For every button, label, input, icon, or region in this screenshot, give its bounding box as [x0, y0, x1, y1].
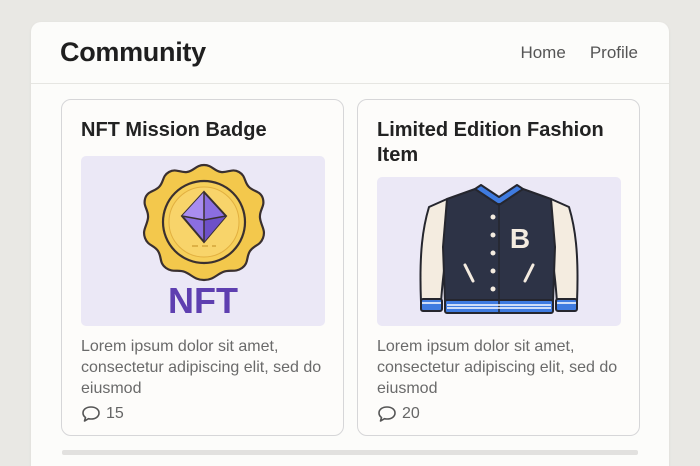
post-card[interactable]: Limited Edition Fashion Item B Lorem ips… — [357, 99, 640, 436]
comment-icon — [82, 406, 100, 422]
comment-count-value: 15 — [106, 405, 124, 422]
card-title: NFT Mission Badge — [81, 119, 267, 141]
comment-count-value: 20 — [402, 405, 420, 422]
comment-count[interactable]: 20 — [377, 405, 420, 423]
jacket-letter: B — [510, 223, 530, 254]
card-title: Limited Edition Fashion Item — [377, 119, 604, 166]
comment-count[interactable]: 15 — [81, 405, 124, 423]
card-description: Lorem ipsum dolor sit amet, consectetur … — [81, 338, 322, 397]
nav-home-link[interactable]: Home — [520, 43, 565, 63]
nft-label: NFT — [168, 280, 238, 321]
top-nav: Home Profile — [520, 43, 638, 63]
app-header: Community Home Profile — [31, 22, 669, 84]
nav-profile-link[interactable]: Profile — [590, 43, 638, 63]
next-section-divider — [62, 450, 638, 455]
community-app: Community Home Profile NFT Mission Badge — [31, 22, 669, 466]
comment-icon — [378, 406, 396, 422]
varsity-jacket-illustration: B — [419, 184, 579, 314]
card-image[interactable]: B — [377, 177, 621, 326]
card-image[interactable]: NFT — [81, 156, 325, 326]
page-title: Community — [60, 37, 206, 67]
nft-badge-illustration: NFT — [142, 163, 266, 321]
card-description: Lorem ipsum dolor sit amet, consectetur … — [377, 338, 618, 397]
post-card[interactable]: NFT Mission Badge NFT Lorem ipsum dolor … — [61, 99, 344, 436]
